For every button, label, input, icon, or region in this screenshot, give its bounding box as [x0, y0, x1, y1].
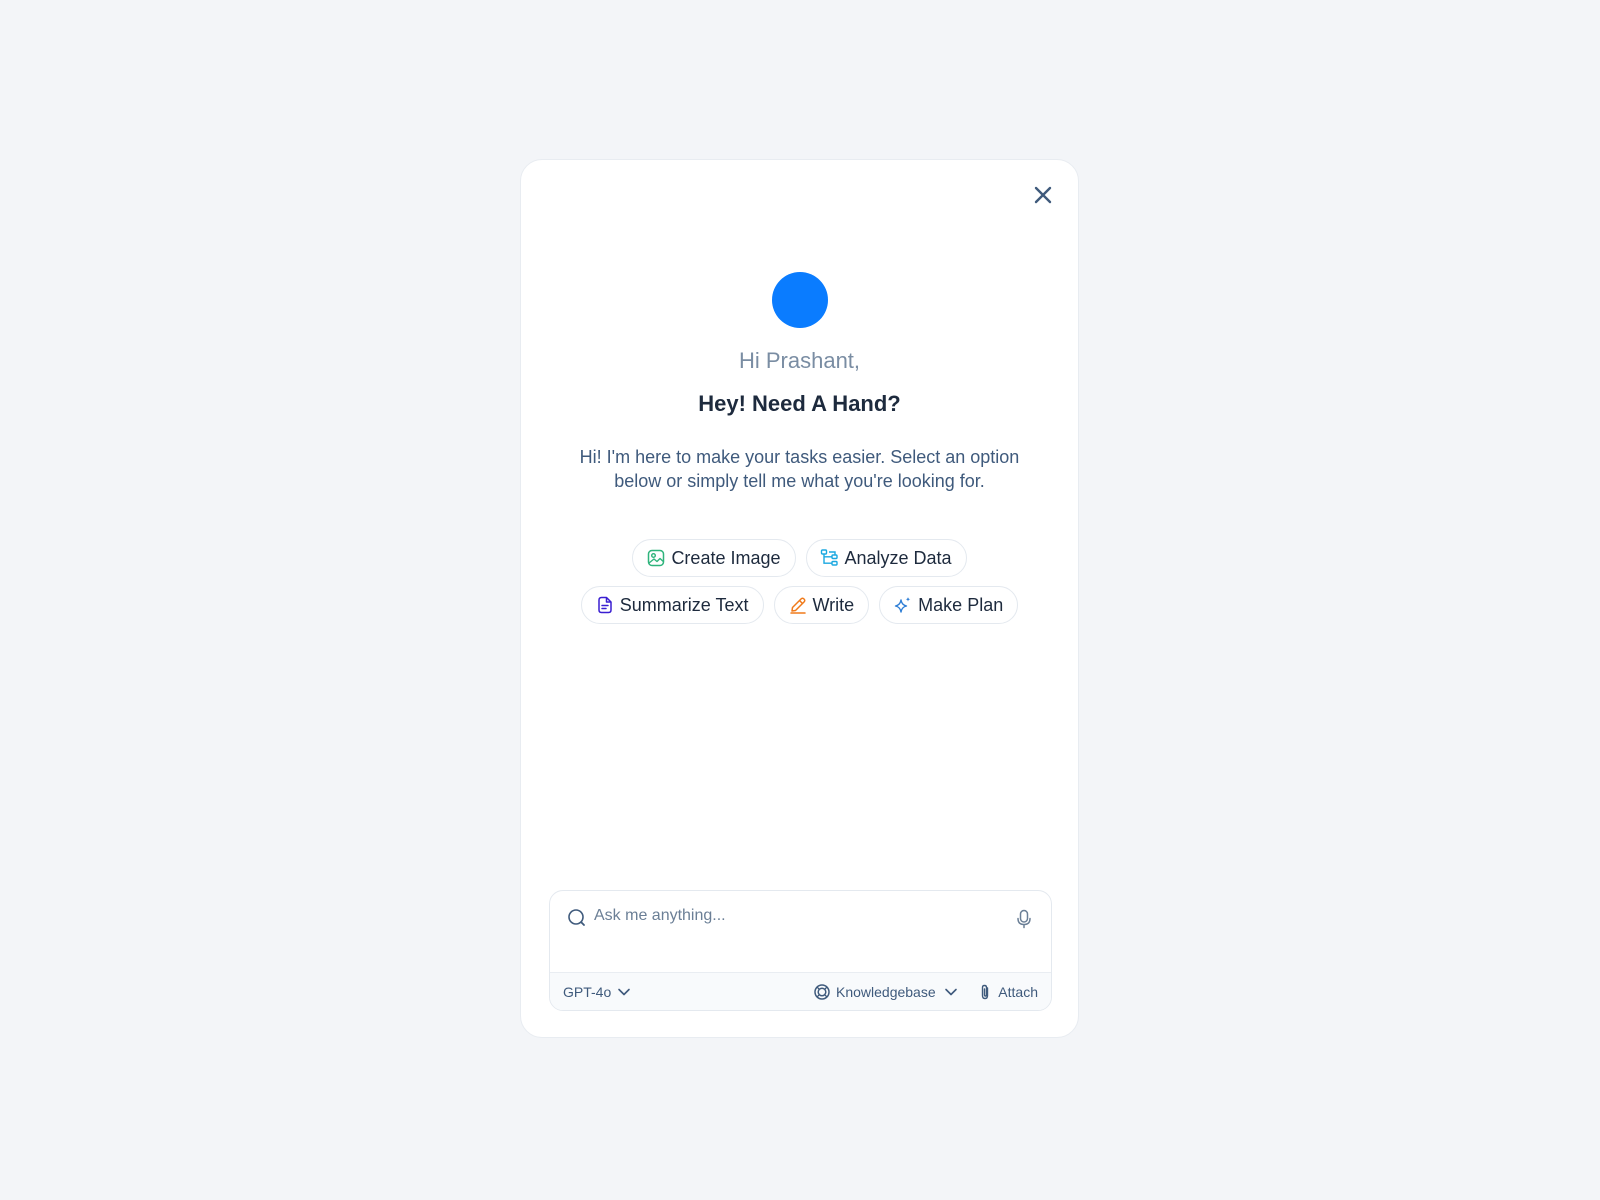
greeting-text: Hi Prashant, — [738, 348, 861, 373]
headline: Hey! Need A Hand? — [698, 391, 901, 416]
chevron-down-icon — [944, 988, 957, 995]
knowledgebase-icon — [814, 983, 830, 1000]
close-icon — [1034, 186, 1052, 204]
search-icon — [568, 909, 585, 926]
create-image-label: Create Image — [671, 547, 781, 568]
image-icon — [648, 549, 665, 567]
quick-actions-row-1: Create Image Analyze Data — [521, 539, 1078, 577]
assistant-avatar — [772, 272, 828, 328]
write-chip[interactable]: Write — [773, 586, 870, 624]
assistant-panel: Hi Prashant, Hey! Need A Hand? Hi! I'm h… — [520, 159, 1079, 1038]
ask-input[interactable] — [594, 901, 994, 931]
create-image-chip[interactable]: Create Image — [632, 539, 796, 577]
hierarchy-icon — [820, 549, 838, 566]
attach-button[interactable]: Attach — [977, 983, 1038, 1001]
model-selector[interactable]: GPT-4o — [563, 984, 631, 1000]
analyze-data-chip[interactable]: Analyze Data — [805, 539, 967, 577]
quick-actions-row-2: Summarize Text Write Make Plan — [521, 586, 1078, 624]
write-label: Write — [812, 594, 855, 615]
paperclip-icon — [982, 984, 989, 999]
chevron-down-icon — [618, 988, 631, 995]
make-plan-label: Make Plan — [918, 594, 1004, 615]
knowledgebase-label: Knowledgebase — [836, 983, 936, 1000]
close-button[interactable] — [1030, 182, 1056, 208]
document-icon — [598, 596, 612, 614]
chat-composer: GPT-4o Knowledgebase — [549, 890, 1052, 1011]
attach-label: Attach — [998, 983, 1038, 1000]
summarize-text-chip[interactable]: Summarize Text — [580, 586, 764, 624]
model-label: GPT-4o — [563, 983, 612, 1000]
microphone-icon[interactable] — [1013, 908, 1035, 930]
summarize-text-label: Summarize Text — [619, 594, 749, 615]
sparkle-icon — [894, 597, 911, 613]
composer-footer: GPT-4o Knowledgebase Attach — [550, 972, 1051, 1010]
knowledgebase-selector[interactable]: Knowledgebase — [813, 983, 958, 1001]
make-plan-chip[interactable]: Make Plan — [879, 586, 1019, 624]
analyze-data-label: Analyze Data — [844, 547, 952, 568]
description-text: Hi! I'm here to make your tasks easier. … — [579, 447, 1020, 491]
pen-icon — [789, 597, 806, 614]
